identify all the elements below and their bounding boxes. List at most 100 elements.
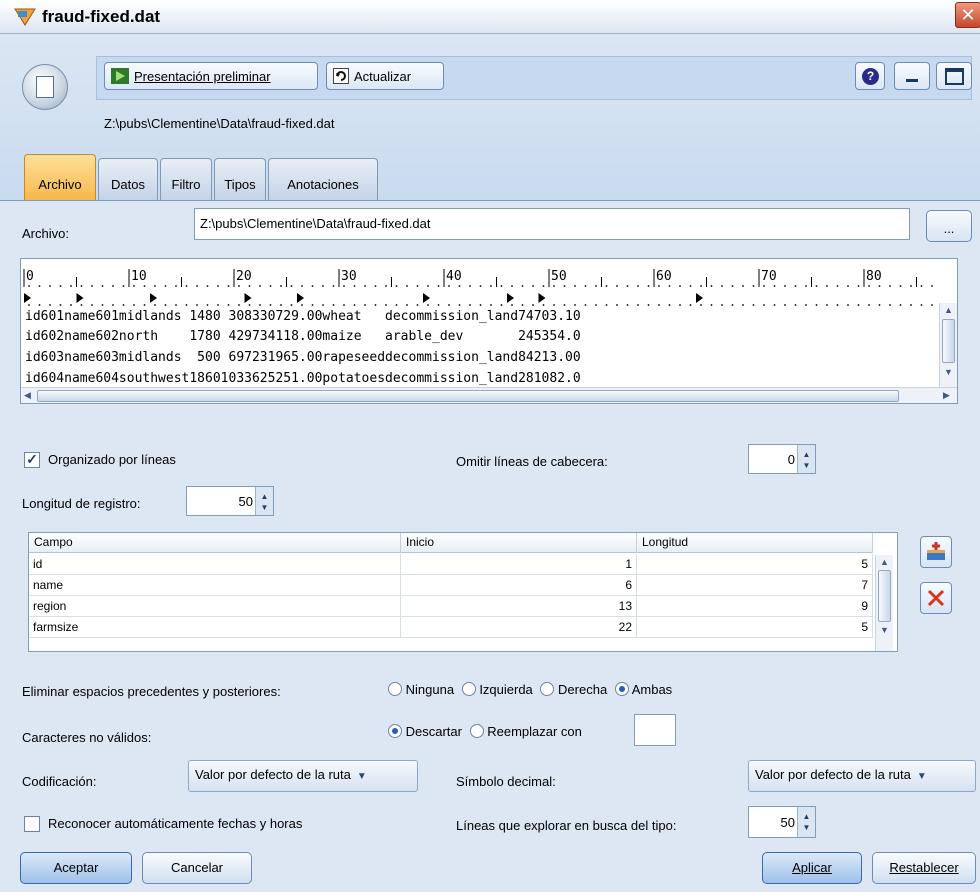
ok-button[interactable]: Aceptar	[20, 852, 132, 884]
scroll-down-icon[interactable]: ▼	[876, 625, 893, 635]
preview-vertical-scrollbar[interactable]: ▲ ▼	[939, 303, 957, 387]
record-length-value: 50	[238, 494, 253, 509]
data-preview[interactable]: 0 10 20 30 40 50 60 70 80 id601name601midlands 1…	[20, 258, 958, 404]
scroll-up-icon[interactable]: ▲	[876, 557, 893, 567]
trim-right-label: Derecha	[558, 682, 608, 697]
scroll-thumb[interactable]	[878, 570, 891, 622]
table-cell-length[interactable]: 5	[637, 554, 873, 575]
scroll-left-icon[interactable]: ◀	[24, 390, 31, 401]
scroll-up-icon[interactable]: ▲	[940, 305, 957, 315]
trim-both-radio[interactable]	[614, 682, 629, 696]
ruler-number: 70	[761, 269, 777, 284]
trim-right-radio[interactable]	[540, 682, 555, 696]
column-header-start[interactable]: Inicio	[401, 533, 637, 553]
field-marker	[507, 293, 514, 303]
scroll-thumb[interactable]	[942, 319, 955, 363]
line-oriented-checkbox[interactable]: ✓	[24, 452, 40, 468]
scroll-down-icon[interactable]: ▼	[940, 367, 957, 377]
tab-anotaciones[interactable]: Anotaciones	[268, 158, 378, 200]
auto-dates-checkbox[interactable]	[24, 816, 40, 832]
encoding-select[interactable]: Valor por defecto de la ruta ▼	[188, 760, 418, 792]
scan-lines-label: Líneas que explorar en busca del tipo:	[456, 818, 677, 833]
table-cell-start[interactable]: 13	[401, 596, 637, 617]
scroll-right-icon[interactable]: ▶	[943, 390, 950, 401]
discard-radio[interactable]	[388, 724, 402, 738]
close-button[interactable]: ✕	[955, 2, 980, 28]
scan-lines-stepper[interactable]: 50 ▲ ▼	[748, 806, 816, 838]
help-button[interactable]: ?	[855, 62, 885, 90]
replace-radio[interactable]	[469, 724, 484, 738]
table-cell-field[interactable]: farmsize	[29, 617, 401, 638]
table-cell-field[interactable]: region	[29, 596, 401, 617]
reset-button[interactable]: Restablecer	[872, 852, 976, 884]
trim-left-label: Izquierda	[479, 682, 533, 697]
record-length-stepper[interactable]: 50 ▲ ▼	[186, 486, 274, 516]
preview-button[interactable]: Presentación preliminar	[104, 62, 318, 90]
ruler-number: 10	[131, 269, 147, 284]
fixed-file-icon	[36, 76, 54, 98]
add-field-button[interactable]	[920, 536, 952, 568]
trim-none-radio[interactable]	[388, 682, 402, 696]
table-cell-start[interactable]: 22	[401, 617, 637, 638]
refresh-button[interactable]: Actualizar	[326, 62, 444, 90]
table-cell-field[interactable]: name	[29, 575, 401, 596]
trim-left-radio[interactable]	[461, 682, 476, 696]
tab-archivo[interactable]: Archivo	[24, 154, 96, 200]
table-cell-start[interactable]: 1	[401, 554, 637, 575]
encoding-label: Codificación:	[22, 774, 97, 789]
node-type-icon	[22, 64, 68, 110]
tab-tipos[interactable]: Tipos	[214, 158, 266, 200]
ruler-number: 50	[551, 269, 567, 284]
chevron-down-icon: ▼	[916, 771, 927, 782]
ruler-number: 40	[446, 269, 462, 284]
file-path-input[interactable]: Z:\pubs\Clementine\Data\fraud-fixed.dat	[194, 208, 910, 240]
preview-line: id603name603midlands 500 697231965.00rap…	[25, 350, 581, 365]
scroll-thumb[interactable]	[37, 390, 899, 402]
spin-arrows-icon[interactable]: ▲ ▼	[797, 445, 815, 473]
ruler-number: 0	[26, 269, 34, 284]
field-marker	[244, 293, 252, 303]
table-cell-length[interactable]: 9	[637, 596, 873, 617]
refresh-icon	[333, 68, 349, 84]
ruler-number: 80	[866, 269, 882, 284]
preview-horizontal-scrollbar[interactable]: ◀ ▶	[21, 387, 957, 403]
scan-lines-value: 50	[780, 815, 795, 830]
table-cell-field[interactable]: id	[29, 554, 401, 575]
tab-datos[interactable]: Datos	[98, 158, 158, 200]
preview-line: id604name604southwest18601033625251.00po…	[25, 371, 581, 386]
apply-button[interactable]: Aplicar	[762, 852, 862, 884]
skip-header-value: 0	[787, 452, 795, 467]
column-header-length[interactable]: Longitud	[637, 533, 873, 553]
tab-filtro[interactable]: Filtro	[160, 158, 212, 200]
skip-header-stepper[interactable]: 0 ▲ ▼	[748, 444, 816, 474]
ruler-number: 30	[341, 269, 357, 284]
maximize-button[interactable]	[936, 62, 972, 90]
table-cell-length[interactable]: 7	[637, 575, 873, 596]
record-length-label: Longitud de registro:	[22, 496, 141, 511]
cancel-button[interactable]: Cancelar	[142, 852, 252, 884]
preview-line: id601name601midlands 1480 308330729.00wh…	[25, 309, 581, 324]
table-cell-length[interactable]: 5	[637, 617, 873, 638]
field-marker	[76, 293, 84, 303]
column-header-field[interactable]: Campo	[29, 533, 401, 553]
column-ruler[interactable]: 0 10 20 30 40 50 60 70 80	[21, 259, 941, 313]
table-vertical-scrollbar[interactable]: ▲ ▼	[875, 555, 893, 651]
delete-field-button[interactable]	[920, 582, 952, 614]
decimal-value: Valor por defecto de la ruta	[755, 767, 911, 782]
auto-dates-label: Reconocer automáticamente fechas y horas	[48, 816, 303, 831]
spin-arrows-icon[interactable]: ▲ ▼	[797, 807, 815, 837]
trim-options: Ninguna Izquierda Derecha Ambas	[388, 682, 672, 697]
minimize-button[interactable]	[894, 62, 930, 90]
replace-with-input[interactable]	[634, 714, 676, 746]
skip-header-label: Omitir líneas de cabecera:	[456, 454, 608, 469]
decimal-label: Símbolo decimal:	[456, 774, 556, 789]
line-oriented-label: Organizado por líneas	[48, 452, 176, 467]
spin-arrows-icon[interactable]: ▲ ▼	[255, 487, 273, 515]
fields-table[interactable]: Campo Inicio Longitud id 1 5 name 6 7 re…	[28, 532, 898, 652]
field-marker	[297, 293, 304, 303]
browse-button[interactable]: ...	[926, 210, 972, 242]
decimal-select[interactable]: Valor por defecto de la ruta ▼	[748, 760, 976, 792]
table-cell-start[interactable]: 6	[401, 575, 637, 596]
node-path: Z:\pubs\Clementine\Data\fraud-fixed.dat	[104, 116, 335, 131]
ruler-number: 60	[656, 269, 672, 284]
